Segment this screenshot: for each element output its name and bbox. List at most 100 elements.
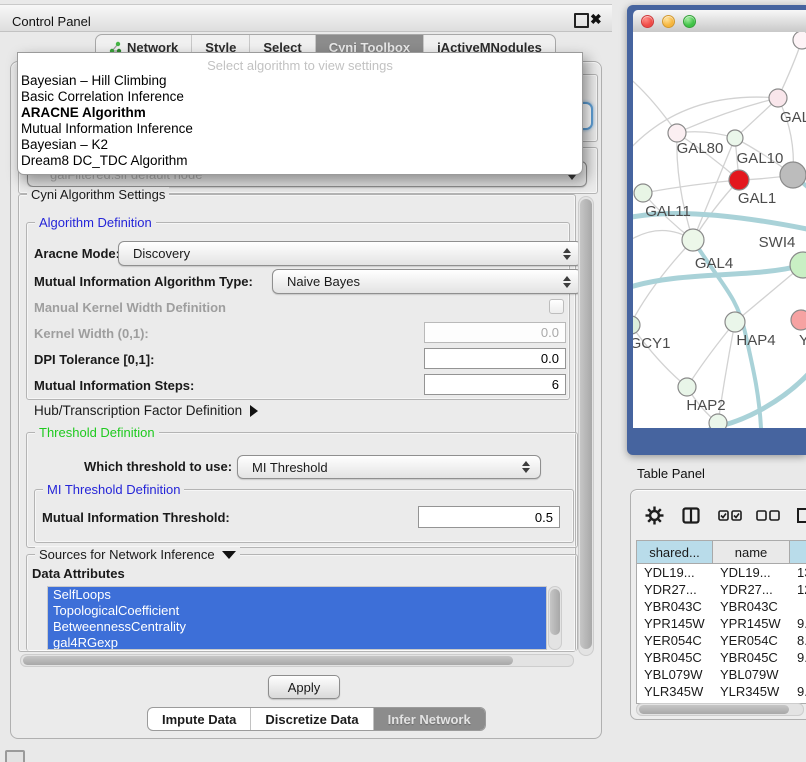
- deselect-all-icon[interactable]: [756, 510, 780, 521]
- table-row[interactable]: YBL079WYBL079W: [637, 666, 806, 683]
- screen: Control Panel ✖ Network Style Select Cyn…: [0, 0, 806, 762]
- sources-group-title: Sources for Network Inference: [39, 547, 215, 562]
- which-threshold-label: Which threshold to use:: [84, 459, 232, 474]
- popup-item-basic-correlation[interactable]: Basic Correlation Inference: [18, 89, 582, 105]
- table-row[interactable]: YBR045CYBR045C9.: [637, 649, 806, 666]
- algorithm-definition-title: Algorithm Definition: [35, 215, 156, 230]
- kernel-width-field: [424, 322, 566, 343]
- node-partial-bottom[interactable]: [709, 414, 727, 428]
- column-header-partial[interactable]: [790, 541, 806, 563]
- node-y-partial[interactable]: [791, 310, 806, 330]
- node-gal1-red[interactable]: [729, 170, 749, 190]
- node-label: GCY1: [633, 335, 670, 352]
- window-zoom-button[interactable]: [683, 15, 696, 28]
- node-gal11[interactable]: [634, 184, 652, 202]
- node-label: GAL1: [738, 190, 776, 207]
- window-minimize-button[interactable]: [662, 15, 675, 28]
- network-canvas[interactable]: GAL GAL80 GAL10 GAL1 GAL11 GAL4 SWI4 GCY…: [633, 32, 806, 428]
- node-label: SWI4: [759, 234, 796, 251]
- cyni-bottom-tabbar: Impute Data Discretize Data Infer Networ…: [147, 707, 486, 731]
- mi-threshold-label: Mutual Information Threshold:: [42, 510, 230, 525]
- node-label: HAP2: [686, 397, 725, 414]
- column-header-name[interactable]: name: [713, 541, 790, 563]
- apply-button[interactable]: Apply: [268, 675, 340, 699]
- table-row[interactable]: YER054CYER054C8.: [637, 632, 806, 649]
- popup-item-mutual-information[interactable]: Mutual Information Inference: [18, 121, 582, 137]
- float-panel-icon[interactable]: [574, 13, 589, 28]
- table-row[interactable]: YDR27...YDR27...12: [637, 581, 806, 598]
- table-panel-toolbar: [631, 496, 806, 534]
- node-label: Y: [799, 332, 806, 349]
- window-close-button[interactable]: [641, 15, 654, 28]
- mi-threshold-title: MI Threshold Definition: [43, 482, 184, 497]
- dpi-tolerance-label: DPI Tolerance [0,1]:: [34, 352, 154, 367]
- aracne-mode-combobox[interactable]: Discovery: [118, 241, 582, 266]
- popup-item-aracne[interactable]: ARACNE Algorithm: [18, 105, 582, 121]
- mi-type-label: Mutual Information Algorithm Type:: [34, 274, 253, 289]
- table-panel-title: Table Panel: [637, 466, 705, 481]
- which-threshold-value: MI Threshold: [252, 460, 328, 475]
- dock-mini-icon[interactable]: [5, 750, 25, 762]
- list-item-topologicalcoefficient[interactable]: TopologicalCoefficient: [48, 603, 546, 619]
- close-panel-icon[interactable]: ✖: [590, 11, 602, 28]
- settings-hscrollbar-thumb[interactable]: [23, 656, 513, 665]
- node-hap2[interactable]: [678, 378, 696, 396]
- mi-type-combobox[interactable]: Naive Bayes: [272, 269, 582, 294]
- select-all-icon[interactable]: [718, 510, 742, 521]
- expand-arrow-icon: [250, 405, 258, 417]
- network-window-titlebar[interactable]: [633, 10, 806, 33]
- popup-item-dream8[interactable]: Dream8 DC_TDC Algorithm: [18, 153, 582, 169]
- mi-threshold-field[interactable]: [418, 506, 560, 528]
- data-attributes-label: Data Attributes: [32, 566, 125, 581]
- network-view-window: GAL GAL80 GAL10 GAL1 GAL11 GAL4 SWI4 GCY…: [627, 5, 806, 455]
- sources-group-header[interactable]: Sources for Network Inference: [35, 547, 240, 562]
- column-header-shared-name[interactable]: shared...: [637, 541, 713, 563]
- hub-definition-label: Hub/Transcription Factor Definition: [34, 403, 242, 418]
- list-item-gal4rgexp[interactable]: gal4RGexp: [48, 635, 546, 650]
- node-gal4[interactable]: [682, 229, 704, 251]
- toolbar-partial-icon[interactable]: [796, 507, 806, 524]
- popup-item-bayesian-k2[interactable]: Bayesian – K2: [18, 137, 582, 153]
- dpi-tolerance-field[interactable]: [424, 348, 566, 369]
- hub-definition-expander[interactable]: Hub/Transcription Factor Definition: [34, 403, 258, 418]
- node-label: GAL80: [677, 140, 724, 157]
- columns-icon[interactable]: [682, 507, 700, 524]
- table-row[interactable]: YPR145WYPR145W9.: [637, 615, 806, 632]
- gear-icon[interactable]: [645, 506, 664, 525]
- table-header-row: shared... name: [637, 541, 806, 564]
- combo-arrows-icon: [563, 248, 571, 260]
- node-gal10[interactable]: [727, 130, 743, 146]
- network-labels: GAL GAL80 GAL10 GAL1 GAL11 GAL4 SWI4 GCY…: [633, 109, 806, 414]
- list-item-betweennesscentrality[interactable]: BetweennessCentrality: [48, 619, 546, 635]
- node-label: GAL11: [645, 203, 691, 220]
- data-attributes-list: SelfLoops TopologicalCoefficient Between…: [47, 586, 547, 650]
- popup-placeholder: Select algorithm to view settings: [18, 58, 582, 73]
- aracne-mode-label: Aracne Mode:: [34, 246, 120, 261]
- which-threshold-combobox[interactable]: MI Threshold: [237, 455, 541, 479]
- node-gal-partial[interactable]: [769, 89, 787, 107]
- node-gray[interactable]: [780, 162, 806, 188]
- table-row[interactable]: YDL19...YDL19...13: [637, 564, 806, 581]
- table-hscrollbar-thumb[interactable]: [639, 705, 789, 714]
- tab-impute-data[interactable]: Impute Data: [148, 708, 250, 730]
- node-partial-top[interactable]: [793, 32, 806, 49]
- table-row[interactable]: YLR345WYLR345W9.: [637, 683, 806, 700]
- list-item-selfloops[interactable]: SelfLoops: [48, 587, 546, 603]
- node-gcy1[interactable]: [633, 316, 640, 334]
- popup-item-bayesian-hill[interactable]: Bayesian – Hill Climbing: [18, 73, 582, 89]
- apply-button-label: Apply: [288, 680, 321, 695]
- mi-steps-label: Mutual Information Steps:: [34, 378, 194, 393]
- tab-discretize-data[interactable]: Discretize Data: [250, 708, 372, 730]
- node-label: HAP4: [736, 332, 775, 349]
- mi-steps-field[interactable]: [424, 374, 566, 395]
- table-row[interactable]: YBR043CYBR043C: [637, 598, 806, 615]
- attributes-scrollbar: [548, 586, 562, 650]
- node-label: GAL: [780, 109, 806, 126]
- attributes-scrollbar-thumb[interactable]: [550, 589, 560, 635]
- node-hap4[interactable]: [725, 312, 745, 332]
- tab-infer-network[interactable]: Infer Network: [373, 708, 485, 730]
- table-panel: shared... name YDL19...YDL19...13 YDR27.…: [630, 489, 806, 720]
- settings-vscrollbar-thumb[interactable]: [580, 199, 592, 649]
- combo-arrows-icon: [522, 461, 530, 473]
- settings-hscrollbar: [20, 654, 574, 667]
